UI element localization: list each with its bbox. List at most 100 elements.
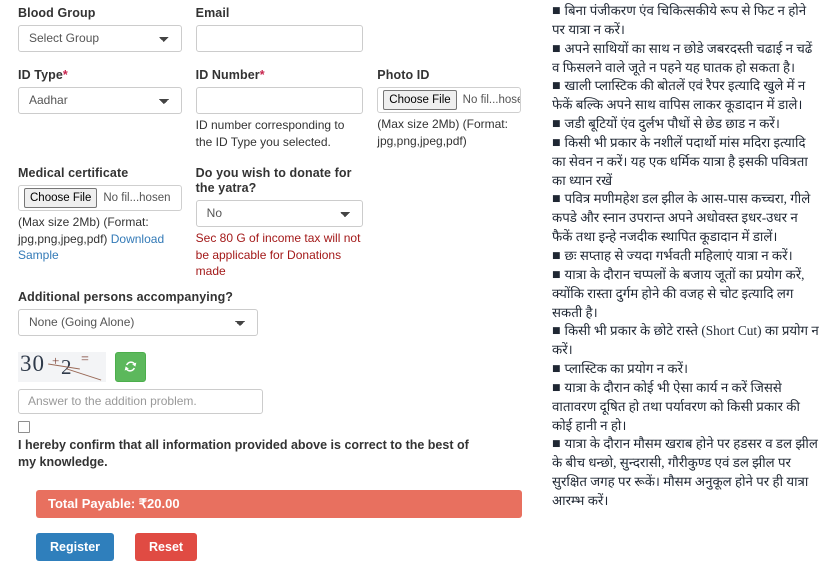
guideline-item: ■ किसी भी प्रकार के छोटे रास्ते (Short Cu… (552, 322, 821, 360)
confirm-checkbox[interactable] (18, 420, 30, 433)
field-medical-certificate: Medical certificate Choose File No fil..… (18, 166, 196, 280)
form-row-id: ID Type* Aadhar ID Number* ID number cor… (18, 68, 535, 150)
row-spacer-4 (18, 336, 535, 352)
registration-page: Blood Group Select Group Email ID Type* … (0, 0, 823, 562)
guideline-text: किसी भी प्रकार के नशीलें पदार्थो मांस मद… (552, 134, 808, 188)
guideline-text: बिना पंजीकरण एंव चिकित्सकीये रूप से फिट … (552, 3, 807, 37)
field-donate: Do you wish to donate for the yatra? No … (195, 166, 378, 280)
id-type-label-text: ID Type (18, 68, 63, 82)
register-button[interactable]: Register (36, 532, 115, 561)
form-action-buttons: Register Reset (36, 532, 535, 561)
guideline-text: यात्रा के दौरान मौसम खराब होने पर हडसर व… (552, 436, 818, 508)
guideline-item: ■ यात्रा के दौरान चप्पलों के बजाय जूतों क… (552, 266, 821, 323)
additional-persons-label: Additional persons accompanying? (18, 289, 234, 304)
id-number-required-mark: * (259, 68, 265, 82)
refresh-icon (124, 361, 137, 372)
guideline-item: ■ किसी भी प्रकार के नशीलें पदार्थो मांस म… (552, 134, 821, 191)
guideline-text: पवित्र मणीमहेश डल झील के आस-पास कच्चरा, … (552, 191, 811, 245)
square-bullet-icon: ■ (552, 269, 561, 280)
captcha-number-one: 30 (20, 351, 45, 376)
form-row-blood-email: Blood Group Select Group Email (18, 6, 535, 52)
guideline-text: किसी भी प्रकार के छोटे रास्ते (Short Cut… (552, 323, 819, 358)
blood-group-select[interactable]: Select Group (18, 25, 182, 52)
guideline-item: ■ बिना पंजीकरण एंव चिकित्सकीये रूप से फिट… (552, 2, 821, 40)
guideline-item: ■ प्लास्टिक का प्रयोग न करें। (552, 360, 821, 379)
square-bullet-icon: ■ (552, 326, 561, 337)
confirm-text: I hereby confirm that all information pr… (18, 437, 469, 469)
guideline-text: छः सप्ताह से ज्यदा गर्भवती महिलाएं यात्र… (564, 247, 793, 263)
field-additional-persons: Additional persons accompanying? None (G… (18, 290, 535, 336)
confirm-section: I hereby confirm that all information pr… (18, 420, 535, 471)
id-number-input[interactable] (195, 87, 364, 114)
guideline-item: ■ अपने साथियों का साथ न छोडे जबरदस्ती चढा… (552, 40, 821, 78)
row-spacer-3 (18, 280, 535, 290)
guideline-text: यात्रा के दौरान कोई भी ऐसा कार्य न करें … (552, 379, 800, 433)
blood-group-label: Blood Group (18, 6, 96, 20)
guideline-item: ■ यात्रा के दौरान मौसम खराब होने पर हडसर … (552, 435, 821, 510)
medical-certificate-no-file-text: No fil...hosen (103, 192, 171, 204)
guideline-item: ■ खाली प्लास्टिक की बोतलें एवं रैपर इत्या… (552, 77, 821, 115)
field-id-type: ID Type* Aadhar (18, 68, 196, 150)
guideline-text: अपने साथियों का साथ न छोडे जबरदस्ती चढाई… (552, 40, 813, 75)
square-bullet-icon: ■ (552, 81, 561, 92)
row-spacer (18, 52, 535, 68)
reset-button[interactable]: Reset (135, 532, 198, 561)
email-input[interactable] (195, 25, 364, 52)
total-payable-banner: Total Payable: ₹20.00 (36, 489, 522, 518)
guideline-item: ■ पवित्र मणीमहेश डल झील के आस-पास कच्चरा,… (552, 190, 821, 247)
photo-id-file-input[interactable]: Choose File No fil...hosen (377, 87, 521, 113)
id-type-select[interactable]: Aadhar (18, 87, 182, 114)
square-bullet-icon: ■ (552, 382, 561, 393)
square-bullet-icon: ■ (552, 137, 561, 148)
captcha-answer-input[interactable] (18, 388, 263, 414)
yatra-guidelines-panel: ■ बिना पंजीकरण एंव चिकित्सकीये रूप से फिट… (552, 0, 823, 562)
field-id-number: ID Number* ID number corresponding to th… (195, 68, 378, 150)
guideline-text: प्लास्टिक का प्रयोग न करें। (564, 361, 689, 377)
guideline-text: जडी बूटियों एंव दुर्लभ पौधों से छेड छाड … (564, 116, 780, 132)
field-email: Email (195, 6, 378, 52)
id-number-label-text: ID Number (195, 68, 260, 82)
photo-id-no-file-text: No fil...hosen (462, 94, 520, 106)
id-number-helper: ID number corresponding to the ID Type y… (195, 118, 345, 149)
photo-id-choose-file-button[interactable]: Choose File (383, 90, 457, 110)
captcha-noise-line (66, 367, 102, 381)
medical-certificate-label: Medical certificate (18, 166, 129, 180)
additional-persons-select[interactable]: None (Going Alone) (18, 308, 258, 336)
guideline-item: ■ जडी बूटियों एंव दुर्लभ पौधों से छेड छाड… (552, 115, 821, 134)
field-photo-id: Photo ID Choose File No fil...hosen (Max… (377, 68, 535, 150)
donate-select[interactable]: No (195, 200, 364, 227)
captcha-row: 30 + 2 = (18, 351, 535, 382)
square-bullet-icon: ■ (552, 119, 561, 130)
id-type-label: ID Type* (18, 68, 182, 83)
field-blood-group: Blood Group Select Group (18, 6, 196, 52)
photo-id-label: Photo ID (377, 68, 430, 82)
square-bullet-icon: ■ (552, 43, 561, 54)
medical-certificate-helper: (Max size 2Mb) (Format: jpg,png,jpeg,pdf… (18, 214, 182, 264)
id-number-label: ID Number* (196, 68, 364, 83)
donate-label: Do you wish to donate for the yatra? (195, 166, 352, 195)
square-bullet-icon: ■ (552, 364, 561, 375)
square-bullet-icon: ■ (552, 439, 561, 450)
id-type-required-mark: * (62, 68, 68, 82)
field-spacer-medical (377, 166, 535, 280)
medical-certificate-choose-file-button[interactable]: Choose File (24, 188, 98, 208)
donate-warning-text: Sec 80 G of income tax will not be appli… (195, 231, 361, 278)
square-bullet-icon: ■ (552, 194, 561, 205)
square-bullet-icon: ■ (552, 6, 561, 16)
email-label: Email (195, 6, 230, 20)
guideline-text: खाली प्लास्टिक की बोतलें एवं रैपर इत्याद… (552, 78, 806, 113)
guideline-item: ■ यात्रा के दौरान कोई भी ऐसा कार्य न करें… (552, 379, 821, 436)
form-row-medical-donate: Medical certificate Choose File No fil..… (18, 166, 535, 280)
medical-certificate-file-input[interactable]: Choose File No fil...hosen (18, 185, 182, 211)
refresh-captcha-button[interactable] (115, 351, 146, 382)
registration-form: Blood Group Select Group Email ID Type* … (0, 0, 545, 562)
row-spacer-2 (18, 150, 535, 166)
square-bullet-icon: ■ (552, 250, 561, 261)
guideline-item: ■ छः सप्ताह से ज्यदा गर्भवती महिलाएं यात्… (552, 247, 821, 266)
photo-id-helper: (Max size 2Mb) (Format: jpg,png,jpeg,pdf… (377, 117, 508, 148)
field-spacer-top (377, 6, 535, 52)
captcha-equals: = (81, 351, 89, 367)
guideline-text: यात्रा के दौरान चप्पलों के बजाय जूतों का… (552, 266, 805, 320)
captcha-image: 30 + 2 = (18, 351, 106, 382)
captcha-section: 30 + 2 = (18, 351, 535, 414)
